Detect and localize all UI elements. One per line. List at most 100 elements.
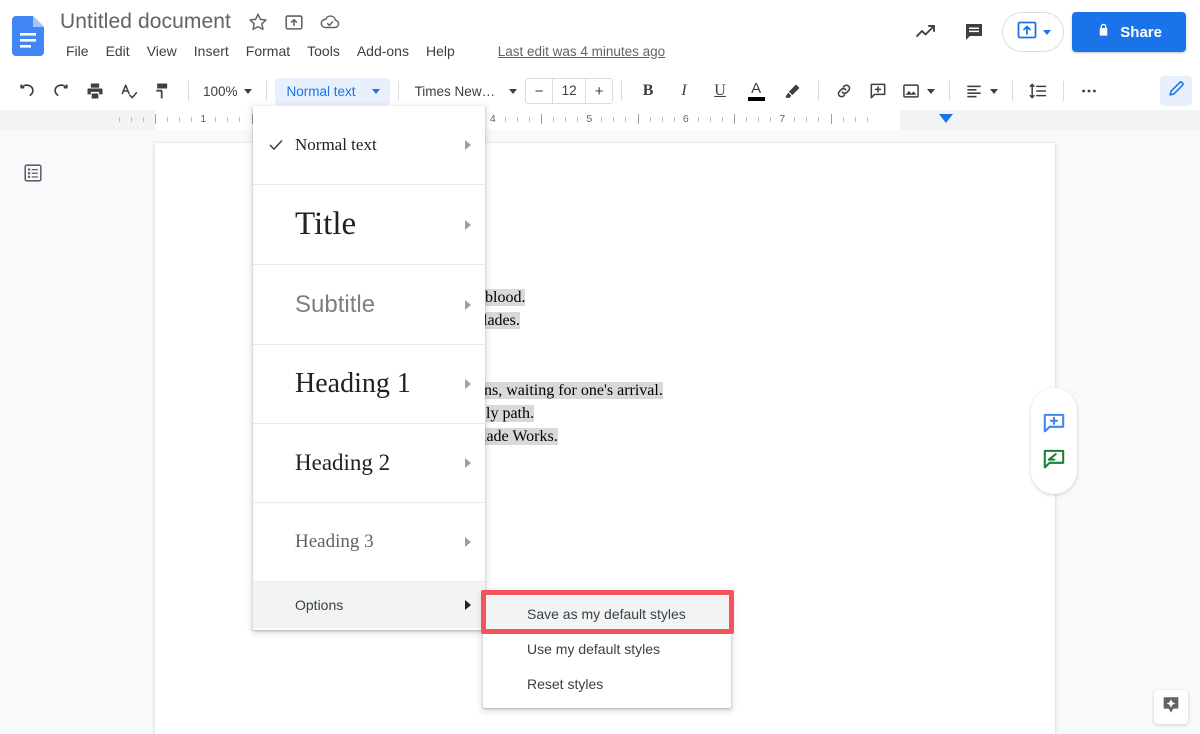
style-menu-item-normal-text[interactable]: Normal text: [253, 106, 485, 185]
ruler[interactable]: 1234567: [0, 110, 1200, 130]
menu-bar: File Edit View Insert Format Tools Add-o…: [58, 40, 665, 62]
right-indent-marker[interactable]: [939, 114, 953, 123]
docs-logo-icon[interactable]: [12, 16, 44, 56]
ruler-tick: [601, 117, 602, 122]
document-text-line[interactable]: ly path.: [486, 405, 534, 423]
menu-help[interactable]: Help: [418, 40, 463, 62]
undo-icon[interactable]: [12, 76, 42, 106]
redo-icon[interactable]: [46, 76, 76, 106]
document-text-line[interactable]: ns, waiting for one's arrival.: [484, 382, 663, 400]
style-menu-item-label: Title: [295, 206, 356, 243]
ruler-tick: [577, 117, 578, 122]
style-menu-item-label: Options: [295, 597, 343, 613]
style-menu-item-options[interactable]: Options: [253, 582, 485, 628]
edit-mode-button[interactable]: [1160, 76, 1192, 106]
spellcheck-icon[interactable]: [114, 76, 144, 106]
ruler-tick: [553, 117, 554, 122]
document-text-line[interactable]: lades.: [483, 312, 520, 330]
ruler-tick: [625, 117, 626, 122]
line-spacing-icon[interactable]: [1023, 76, 1053, 106]
style-menu-item-title[interactable]: Title: [253, 185, 485, 265]
move-to-folder-icon[interactable]: [283, 11, 305, 33]
ruler-tick: [650, 117, 651, 122]
align-left-icon[interactable]: [960, 76, 1002, 106]
style-menu-item-heading-2[interactable]: Heading 2: [253, 424, 485, 503]
check-icon: [267, 136, 285, 154]
menu-file[interactable]: File: [58, 40, 97, 62]
comment-icon[interactable]: [954, 12, 994, 52]
increase-font-size-button[interactable]: +: [586, 79, 612, 103]
chevron-down-icon: [372, 89, 380, 94]
ruler-tick: [770, 117, 771, 122]
formatting-toolbar: 100% Normal text Times New… − 12 + B I U…: [0, 72, 1200, 110]
last-edit-status[interactable]: Last edit was 4 minutes ago: [498, 44, 665, 59]
insert-link-icon[interactable]: [829, 76, 859, 106]
more-options-icon[interactable]: [1074, 76, 1104, 106]
submenu-item-label: Reset styles: [527, 676, 603, 692]
bold-button[interactable]: B: [633, 76, 663, 106]
highlight-pen-icon[interactable]: [777, 76, 807, 106]
document-text-line[interactable]: lade Works.: [482, 428, 558, 446]
document-outline-icon[interactable]: [18, 158, 48, 188]
page-title[interactable]: Untitled document: [58, 8, 233, 36]
chevron-down-icon: [927, 89, 935, 94]
share-button[interactable]: Share: [1072, 12, 1186, 52]
ruler-tick: [227, 117, 228, 122]
ruler-tick: [215, 117, 216, 122]
underline-button[interactable]: U: [705, 76, 735, 106]
explore-button[interactable]: [1154, 690, 1188, 724]
ruler-tick: [143, 117, 144, 122]
star-icon[interactable]: [247, 11, 269, 33]
style-menu-item-subtitle[interactable]: Subtitle: [253, 265, 485, 345]
submenu-arrow-icon: [465, 458, 471, 468]
submenu-item-use-my-default-styles[interactable]: Use my default styles: [483, 631, 731, 666]
decrease-font-size-button[interactable]: −: [526, 79, 552, 103]
menu-insert[interactable]: Insert: [186, 40, 237, 62]
menu-edit[interactable]: Edit: [98, 40, 138, 62]
ruler-number: 1: [196, 113, 210, 125]
chevron-down-icon: [509, 89, 517, 94]
menu-addons[interactable]: Add-ons: [349, 40, 417, 62]
submenu-arrow-icon: [465, 220, 471, 230]
font-family-value: Times New…: [415, 84, 496, 99]
chevron-down-icon[interactable]: [1043, 30, 1051, 35]
document-text-line[interactable]: blood.: [485, 289, 525, 307]
ruler-tick: [239, 117, 240, 122]
present-button[interactable]: [1002, 12, 1064, 52]
add-comment-icon[interactable]: [863, 76, 893, 106]
paint-format-icon[interactable]: [148, 76, 178, 106]
suggest-edit-button[interactable]: [1041, 446, 1067, 472]
add-comment-button[interactable]: [1041, 410, 1067, 436]
submenu-item-reset-styles[interactable]: Reset styles: [483, 666, 731, 701]
ruler-tick: [565, 117, 566, 122]
cloud-saved-icon[interactable]: [319, 11, 341, 33]
menu-tools[interactable]: Tools: [299, 40, 348, 62]
style-menu-item-label: Heading 1: [295, 368, 411, 400]
toolbar-divider: [266, 81, 267, 101]
zoom-value: 100%: [203, 84, 238, 99]
menu-format[interactable]: Format: [238, 40, 298, 62]
header-actions: Share: [906, 12, 1186, 52]
font-size-input[interactable]: 12: [552, 79, 586, 103]
insert-image-icon[interactable]: [897, 76, 939, 106]
ruler-tick: [191, 117, 192, 122]
document-text: lades.: [483, 312, 520, 329]
print-icon[interactable]: [80, 76, 110, 106]
ruler-tick: [758, 117, 759, 122]
paragraph-style-selector[interactable]: Normal text: [275, 78, 390, 105]
style-menu-item-heading-3[interactable]: Heading 3: [253, 503, 485, 582]
ruler-tick: [855, 117, 856, 122]
text-color-button[interactable]: A: [741, 76, 771, 106]
zoom-selector[interactable]: 100%: [197, 80, 258, 103]
submenu-item-label: Use my default styles: [527, 641, 660, 657]
style-menu-item-heading-1[interactable]: Heading 1: [253, 345, 485, 424]
explore-icon: [1160, 694, 1182, 721]
trending-up-icon[interactable]: [906, 12, 946, 52]
text-color-swatch: [748, 97, 765, 101]
ruler-tick: [119, 117, 120, 122]
font-family-selector[interactable]: Times New…: [407, 79, 526, 104]
submenu-item-save-as-my-default-styles[interactable]: Save as my default styles: [483, 596, 731, 631]
ruler-tick: [505, 117, 506, 122]
menu-view[interactable]: View: [139, 40, 185, 62]
italic-button[interactable]: I: [669, 76, 699, 106]
